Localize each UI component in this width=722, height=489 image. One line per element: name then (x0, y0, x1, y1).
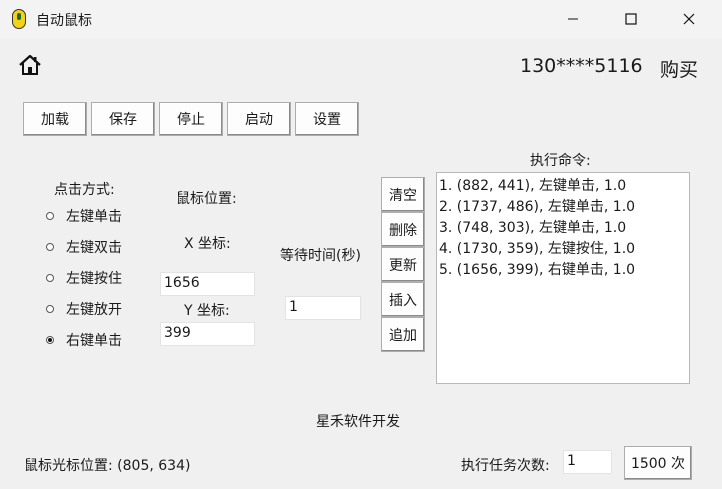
load-button[interactable]: 加载 (23, 102, 87, 136)
radio-left-hold[interactable]: 左键按住 (46, 268, 122, 288)
window-title: 自动鼠标 (36, 13, 92, 29)
exec-count-label: 执行任务次数: (461, 458, 550, 474)
close-button[interactable] (666, 0, 712, 38)
append-button[interactable]: 追加 (381, 317, 425, 352)
title-bar: 自动鼠标 (0, 0, 722, 38)
minimize-icon (568, 18, 578, 20)
radio-selected-icon (46, 336, 54, 344)
delete-button[interactable]: 删除 (381, 212, 425, 247)
start-button[interactable]: 启动 (227, 102, 291, 136)
update-button[interactable]: 更新 (381, 247, 425, 282)
wait-time-input[interactable]: 1 (285, 296, 361, 320)
radio-label: 左键放开 (66, 302, 122, 318)
y-coordinate-input[interactable]: 399 (160, 322, 255, 346)
radio-left-release[interactable]: 左键放开 (46, 299, 122, 319)
radio-label: 左键双击 (66, 240, 122, 256)
x-coordinate-input[interactable]: 1656 (160, 272, 255, 296)
list-item[interactable]: 3. (748, 303), 左键单击, 1.0 (439, 218, 687, 239)
click-mode-label: 点击方式: (54, 182, 115, 198)
insert-button[interactable]: 插入 (381, 282, 425, 317)
maximize-button[interactable] (608, 0, 654, 38)
count-button[interactable]: 1500 次 (624, 446, 692, 480)
developer-credit: 星禾软件开发 (316, 414, 400, 430)
radio-icon (46, 212, 54, 220)
commands-list[interactable]: 1. (882, 441), 左键单击, 1.0 2. (1737, 486),… (436, 172, 690, 384)
exec-count-input[interactable]: 1 (563, 450, 612, 474)
radio-label: 左键按住 (66, 271, 122, 287)
list-item[interactable]: 4. (1730, 359), 左键按住, 1.0 (439, 239, 687, 260)
buy-link[interactable]: 购买 (660, 55, 698, 82)
mouse-position-label: 鼠标位置: (176, 191, 237, 207)
wait-time-label: 等待时间(秒) (280, 248, 361, 264)
radio-label: 右键单击 (66, 333, 122, 349)
home-icon (19, 54, 41, 75)
y-coordinate-label: Y 坐标: (184, 303, 230, 319)
radio-left-double-click[interactable]: 左键双击 (46, 237, 122, 257)
minimize-button[interactable] (550, 0, 596, 38)
radio-right-click[interactable]: 右键单击 (46, 330, 122, 350)
commands-label: 执行命令: (530, 153, 591, 169)
radio-left-click[interactable]: 左键单击 (46, 206, 122, 226)
stop-button[interactable]: 停止 (159, 102, 223, 136)
radio-icon (46, 243, 54, 251)
clear-button[interactable]: 清空 (381, 177, 425, 212)
phone-number: 130****5116 (520, 55, 643, 77)
cursor-position-readout: 鼠标光标位置: (805, 634) (24, 458, 191, 474)
radio-label: 左键单击 (66, 209, 122, 225)
save-button[interactable]: 保存 (91, 102, 155, 136)
home-button[interactable] (18, 54, 42, 80)
list-item[interactable]: 1. (882, 441), 左键单击, 1.0 (439, 176, 687, 197)
close-icon (683, 13, 695, 25)
x-coordinate-label: X 坐标: (184, 236, 231, 252)
settings-button[interactable]: 设置 (295, 102, 359, 136)
list-item[interactable]: 2. (1737, 486), 左键单击, 1.0 (439, 197, 687, 218)
app-icon (12, 9, 26, 29)
list-item[interactable]: 5. (1656, 399), 右键单击, 1.0 (439, 260, 687, 281)
radio-icon (46, 305, 54, 313)
maximize-icon (625, 13, 637, 25)
radio-icon (46, 274, 54, 282)
